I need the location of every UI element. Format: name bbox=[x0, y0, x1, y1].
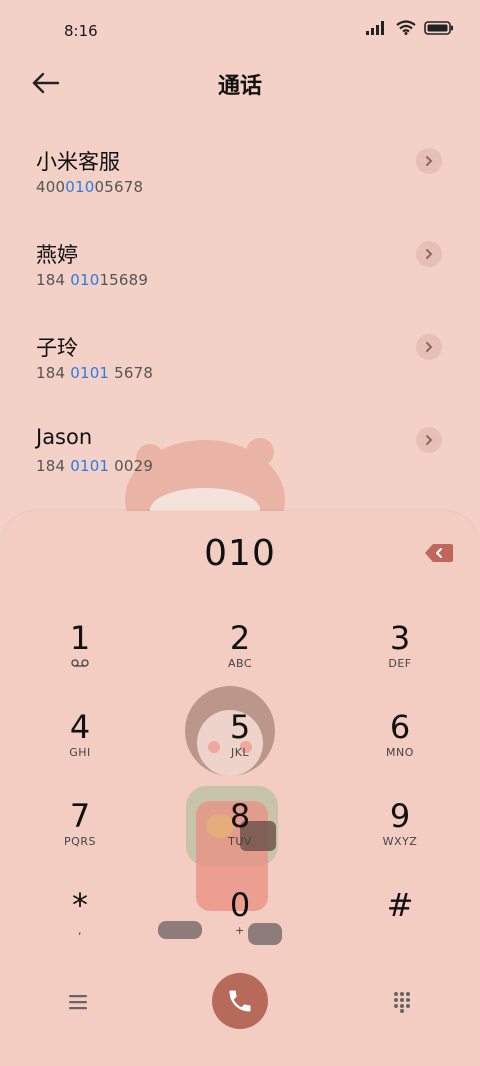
key-digit: 3 bbox=[389, 619, 411, 657]
dialer-actions bbox=[0, 973, 480, 1033]
contact-name: 小米客服 bbox=[36, 150, 120, 174]
status-icons bbox=[366, 20, 454, 35]
key-digit: 9 bbox=[389, 797, 411, 835]
contact-item[interactable]: Jason 184 0101 0029 bbox=[0, 409, 480, 502]
contact-number: 184 01015689 bbox=[36, 271, 149, 289]
key-star[interactable]: * , bbox=[10, 886, 150, 966]
contact-name: 燕婷 bbox=[36, 243, 78, 267]
key-letters: DEF bbox=[388, 657, 412, 670]
chevron-right-icon[interactable] bbox=[416, 241, 442, 267]
key-letters: TUV bbox=[228, 835, 252, 848]
key-digit: 6 bbox=[389, 708, 411, 746]
key-digit: 4 bbox=[69, 708, 91, 746]
key-5[interactable]: 5 JKL bbox=[170, 708, 310, 788]
key-digit: 8 bbox=[229, 797, 251, 835]
contact-item[interactable]: 子玲 184 0101 5678 bbox=[0, 316, 480, 409]
contact-list: 小米客服 40001005678 燕婷 184 01015689 子玲 184 … bbox=[0, 130, 480, 502]
key-letters: , bbox=[78, 924, 82, 937]
key-2[interactable]: 2 ABC bbox=[170, 619, 310, 699]
key-4[interactable]: 4 GHI bbox=[10, 708, 150, 788]
status-time: 8:16 bbox=[64, 22, 98, 40]
key-digit: 5 bbox=[229, 708, 251, 746]
chevron-right-icon[interactable] bbox=[416, 148, 442, 174]
key-letters: WXYZ bbox=[382, 835, 418, 848]
key-digit: 2 bbox=[229, 619, 251, 657]
key-digit: 1 bbox=[69, 619, 91, 657]
contact-number: 184 0101 5678 bbox=[36, 364, 154, 382]
contact-item[interactable]: 燕婷 184 01015689 bbox=[0, 223, 480, 316]
key-hash[interactable]: # bbox=[330, 886, 470, 966]
key-digit: # bbox=[386, 886, 414, 924]
key-1[interactable]: 1 bbox=[10, 619, 150, 699]
chevron-right-icon[interactable] bbox=[416, 334, 442, 360]
key-8[interactable]: 8 TUV bbox=[170, 797, 310, 877]
battery-icon bbox=[424, 20, 453, 35]
signal-icon bbox=[366, 20, 384, 35]
key-letters: JKL bbox=[230, 746, 250, 759]
chevron-right-icon[interactable] bbox=[416, 427, 442, 453]
dialpad-icon[interactable] bbox=[390, 989, 414, 1013]
call-button[interactable] bbox=[212, 973, 268, 1029]
key-letters: PQRS bbox=[64, 835, 96, 848]
wifi-icon bbox=[396, 20, 416, 35]
backspace-icon[interactable] bbox=[424, 543, 454, 563]
key-6[interactable]: 6 MNO bbox=[330, 708, 470, 788]
key-9[interactable]: 9 WXYZ bbox=[330, 797, 470, 877]
dialed-number: 010 bbox=[204, 533, 276, 574]
contact-item[interactable]: 小米客服 40001005678 bbox=[0, 130, 480, 223]
dialer-panel: 010 1 2 ABC 3 DEF 4 GHI 5 JKL 6 MNO 7 PQ… bbox=[0, 511, 480, 1066]
key-letters: + bbox=[235, 924, 245, 937]
page-title: 通话 bbox=[217, 74, 262, 99]
phone-icon bbox=[229, 990, 251, 1012]
key-letters: GHI bbox=[69, 746, 91, 759]
contact-number: 40001005678 bbox=[36, 178, 144, 196]
menu-icon[interactable] bbox=[66, 990, 90, 1014]
app-header: 通话 bbox=[0, 60, 480, 108]
contact-name: 子玲 bbox=[36, 336, 78, 360]
key-letters: ABC bbox=[227, 657, 253, 670]
key-7[interactable]: 7 PQRS bbox=[10, 797, 150, 877]
key-0[interactable]: 0 + bbox=[170, 886, 310, 966]
contact-number: 184 0101 0029 bbox=[36, 457, 154, 475]
status-bar: 8:16 bbox=[0, 0, 480, 60]
key-letters: MNO bbox=[386, 746, 414, 759]
key-digit: * bbox=[72, 886, 88, 924]
voicemail-icon bbox=[10, 657, 150, 671]
contact-name: Jason bbox=[36, 425, 93, 449]
key-3[interactable]: 3 DEF bbox=[330, 619, 470, 699]
key-digit: 7 bbox=[69, 797, 91, 835]
key-digit: 0 bbox=[229, 886, 251, 924]
